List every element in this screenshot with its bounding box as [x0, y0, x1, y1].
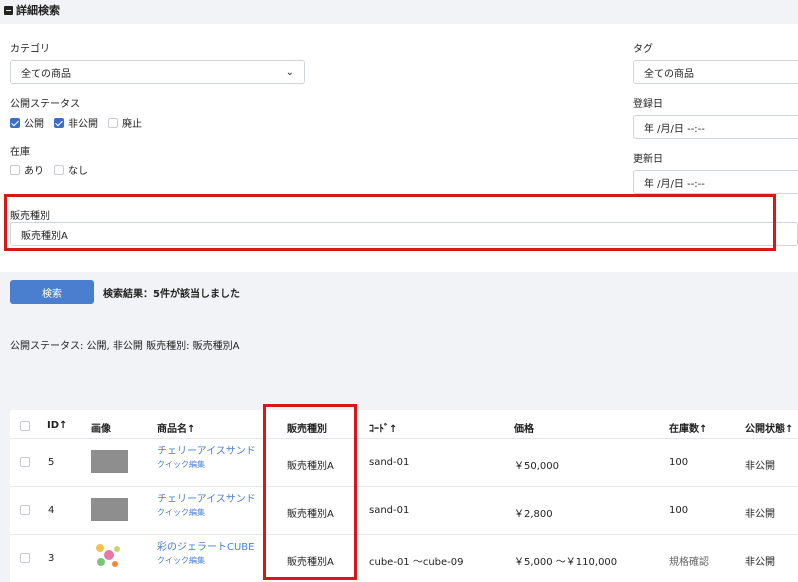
row-status: 非公開 — [745, 557, 775, 568]
product-name-link[interactable]: 彩のジェラートCUBE — [157, 538, 254, 553]
header-id[interactable]: ID↑ — [47, 420, 67, 431]
status-discontinued-label: 廃止 — [122, 119, 142, 130]
row-code: sand-01 — [369, 505, 410, 516]
header-name[interactable]: 商品名↑ — [157, 420, 195, 435]
registered-value: 年 /月/日 --:-- — [644, 123, 705, 135]
quick-edit-link[interactable]: クイック編集 — [157, 555, 205, 566]
row-price: ￥5,000 ～￥110,000 — [514, 557, 618, 568]
registered-label: 登録日 — [633, 99, 663, 110]
stock-yes-checkbox[interactable] — [10, 164, 20, 175]
tag-value: 全ての商品 — [644, 68, 694, 80]
row-stock: 100 — [669, 457, 689, 468]
tag-select[interactable]: 全ての商品 — [633, 60, 798, 84]
product-name-link[interactable]: チェリーアイスサンド — [157, 490, 256, 505]
updated-label: 更新日 — [633, 154, 663, 165]
collapse-icon: − — [4, 5, 13, 15]
product-name-link[interactable]: チェリーアイスサンド — [157, 442, 256, 457]
header-status[interactable]: 公開状態↑ — [745, 420, 793, 435]
status-discontinued-checkbox[interactable] — [108, 117, 118, 128]
row-id: 3 — [48, 553, 55, 564]
row-id: 4 — [48, 505, 55, 516]
advanced-search-toggle[interactable]: − 詳細検索 — [4, 2, 60, 18]
category-label: カテゴリ — [10, 44, 50, 55]
search-conditions: 公開ステータス: 公開, 非公開 販売種別: 販売種別A — [10, 341, 240, 352]
header-sales-type: 販売種別 — [287, 424, 327, 435]
status-public-checkbox[interactable] — [10, 117, 20, 128]
row-id: 5 — [48, 457, 55, 468]
registered-date-input[interactable]: 年 /月/日 --:-- — [633, 115, 798, 139]
product-thumbnail — [91, 498, 128, 521]
tag-label: タグ — [633, 44, 653, 55]
sales-type-select[interactable]: 販売種別A — [10, 222, 798, 246]
stock-checkbox-group: あり なし — [10, 162, 88, 177]
product-thumbnail — [91, 450, 128, 473]
row-divider — [10, 486, 798, 487]
advanced-search-title: 詳細検索 — [16, 4, 60, 17]
row-divider — [10, 534, 798, 535]
row-code: cube-01 ～cube-09 — [369, 557, 464, 568]
row-status: 非公開 — [745, 461, 775, 472]
chevron-down-icon: ⌄ — [285, 66, 294, 78]
status-private-checkbox[interactable] — [54, 117, 64, 128]
row-checkbox[interactable] — [20, 553, 30, 563]
header-price: 価格 — [514, 424, 534, 435]
status-label: 公開ステータス — [10, 99, 80, 110]
quick-edit-link[interactable]: クイック編集 — [157, 459, 205, 470]
result-count: 検索結果：5件が該当しました — [103, 289, 240, 300]
stock-no-checkbox[interactable] — [54, 164, 64, 175]
row-price: ￥50,000 — [514, 461, 559, 472]
select-all-checkbox[interactable] — [20, 421, 30, 431]
search-button[interactable]: 検索 — [10, 280, 94, 304]
product-thumbnail — [91, 540, 128, 570]
status-public-label: 公開 — [24, 119, 44, 130]
stock-no-label: なし — [68, 166, 88, 177]
stock-yes-label: あり — [24, 166, 44, 177]
row-price: ￥2,800 — [514, 509, 553, 520]
row-divider — [10, 438, 798, 439]
row-stock: 100 — [669, 505, 689, 516]
product-table: ID↑ 画像 商品名↑ 販売種別 ｺｰﾄﾞ↑ 価格 在庫数↑ 公開状態↑ 5 チ… — [10, 410, 798, 582]
row-checkbox[interactable] — [20, 457, 30, 467]
category-select[interactable]: 全ての商品 ⌄ — [10, 60, 305, 84]
updated-date-input[interactable]: 年 /月/日 --:-- — [633, 170, 798, 194]
row-sales-type: 販売種別A — [287, 557, 334, 568]
quick-edit-link[interactable]: クイック編集 — [157, 507, 205, 518]
category-value: 全ての商品 — [21, 68, 71, 80]
status-checkbox-group: 公開 非公開 廃止 — [10, 115, 142, 130]
header-strip — [0, 0, 798, 24]
sales-type-value: 販売種別A — [21, 230, 68, 242]
stock-label: 在庫 — [10, 147, 30, 158]
row-code: sand-01 — [369, 457, 410, 468]
row-checkbox[interactable] — [20, 505, 30, 515]
header-stock[interactable]: 在庫数↑ — [669, 420, 707, 435]
row-status: 非公開 — [745, 509, 775, 520]
row-sales-type: 販売種別A — [287, 461, 334, 472]
row-stock-link[interactable]: 規格確認 — [669, 553, 709, 568]
row-sales-type: 販売種別A — [287, 509, 334, 520]
sales-type-label: 販売種別 — [10, 211, 50, 222]
header-code[interactable]: ｺｰﾄﾞ↑ — [369, 420, 397, 435]
header-image: 画像 — [91, 424, 111, 435]
updated-value: 年 /月/日 --:-- — [644, 178, 705, 190]
status-private-label: 非公開 — [68, 119, 98, 130]
